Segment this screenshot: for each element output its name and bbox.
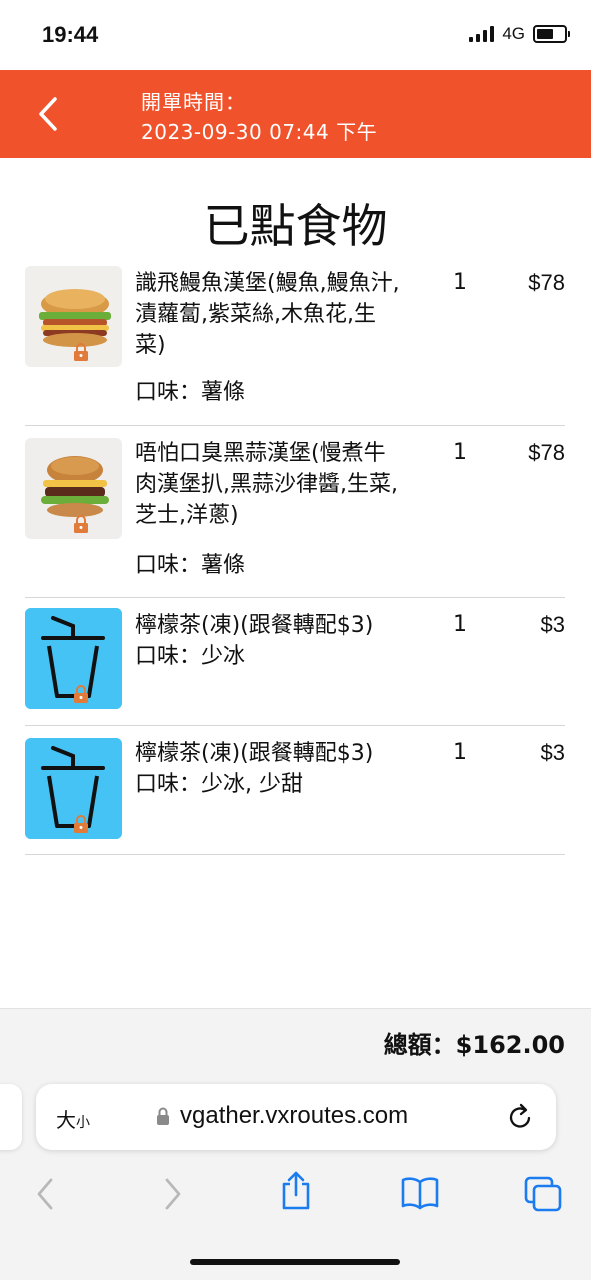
item-option: 口味：少冰, 少甜 [135, 772, 303, 797]
text-size-label: 大 [56, 1108, 76, 1132]
ordered-items-list: 識飛鰻魚漢堡(鰻魚,鰻魚汁,漬蘿蔔,紫菜絲,木魚花,生菜) 口味：薯條 1 $7… [25, 256, 565, 855]
total-bar: 總額：$162.00 [0, 1008, 591, 1071]
item-option: 口味：薯條 [135, 380, 246, 405]
share-icon[interactable] [279, 1170, 313, 1210]
back-button[interactable] [28, 92, 68, 136]
bookmarks-icon[interactable] [400, 1176, 440, 1210]
list-item[interactable]: 檸檬茶(凍)(跟餐轉配$3) 口味：少冰 1 $3 [25, 598, 565, 726]
cup-icon [25, 738, 122, 839]
item-price: $78 [528, 270, 565, 295]
text-size-button[interactable]: 大小 [56, 1104, 90, 1133]
burger-image [25, 438, 122, 539]
order-header: 開單時間： 2023-09-30 07:44 下午 [0, 70, 591, 158]
page-title: 已點食物 [203, 199, 388, 253]
battery-icon [533, 25, 570, 43]
lock-icon [74, 685, 88, 703]
status-indicators: 4G [469, 24, 570, 44]
browser-chrome: 大小 vgather.vxroutes.com [0, 1070, 591, 1280]
home-indicator [190, 1259, 400, 1265]
item-qty: 1 [453, 440, 467, 465]
status-bar: 19:44 4G [0, 0, 591, 70]
previous-tab-preview[interactable] [0, 1084, 22, 1150]
url-text: vgather.vxroutes.com [180, 1102, 409, 1129]
item-price: $78 [528, 440, 565, 465]
signal-icon [469, 26, 495, 42]
text-size-small-label: 小 [76, 1115, 90, 1131]
item-option: 口味：少冰 [135, 644, 246, 669]
lock-icon [157, 1107, 169, 1125]
browser-toolbar [0, 1170, 591, 1218]
network-type: 4G [502, 24, 525, 43]
item-qty: 1 [453, 740, 467, 765]
item-name: 檸檬茶(凍)(跟餐轉配$3) [135, 741, 374, 766]
status-time: 19:44 [42, 22, 99, 47]
item-price: $3 [540, 740, 565, 765]
order-total: 總額：$162.00 [383, 1031, 565, 1059]
list-item[interactable]: 唔怕口臭黑蒜漢堡(慢煮牛肉漢堡扒,黑蒜沙律醬,生菜,芝士,洋蔥) 口味：薯條 1… [25, 426, 565, 598]
back-arrow-icon[interactable] [34, 1176, 56, 1212]
order-time-label: 開單時間： [141, 90, 246, 114]
cup-icon [25, 608, 122, 709]
lock-icon [74, 515, 88, 533]
tabs-icon[interactable] [524, 1176, 562, 1212]
list-item[interactable]: 檸檬茶(凍)(跟餐轉配$3) 口味：少冰, 少甜 1 $3 [25, 726, 565, 855]
forward-arrow-icon[interactable] [162, 1176, 184, 1212]
address-bar[interactable]: 大小 vgather.vxroutes.com [36, 1084, 556, 1150]
lock-icon [74, 815, 88, 833]
item-qty: 1 [453, 270, 467, 295]
item-price: $3 [540, 612, 565, 637]
lock-icon [74, 343, 88, 361]
order-time-value: 2023-09-30 07:44 下午 [141, 120, 378, 144]
item-name: 唔怕口臭黑蒜漢堡(慢煮牛肉漢堡扒,黑蒜沙律醬,生菜,芝士,洋蔥) [135, 441, 398, 528]
item-name: 識飛鰻魚漢堡(鰻魚,鰻魚汁,漬蘿蔔,紫菜絲,木魚花,生菜) [135, 271, 400, 358]
chevron-left-icon [39, 97, 57, 131]
item-option: 口味：薯條 [135, 553, 246, 578]
reload-icon[interactable] [508, 1103, 534, 1131]
list-item[interactable]: 識飛鰻魚漢堡(鰻魚,鰻魚汁,漬蘿蔔,紫菜絲,木魚花,生菜) 口味：薯條 1 $7… [25, 256, 565, 426]
item-name: 檸檬茶(凍)(跟餐轉配$3) [135, 613, 374, 638]
item-qty: 1 [453, 612, 467, 637]
url-display[interactable]: vgather.vxroutes.com [156, 1102, 408, 1130]
burger-image [25, 266, 122, 367]
